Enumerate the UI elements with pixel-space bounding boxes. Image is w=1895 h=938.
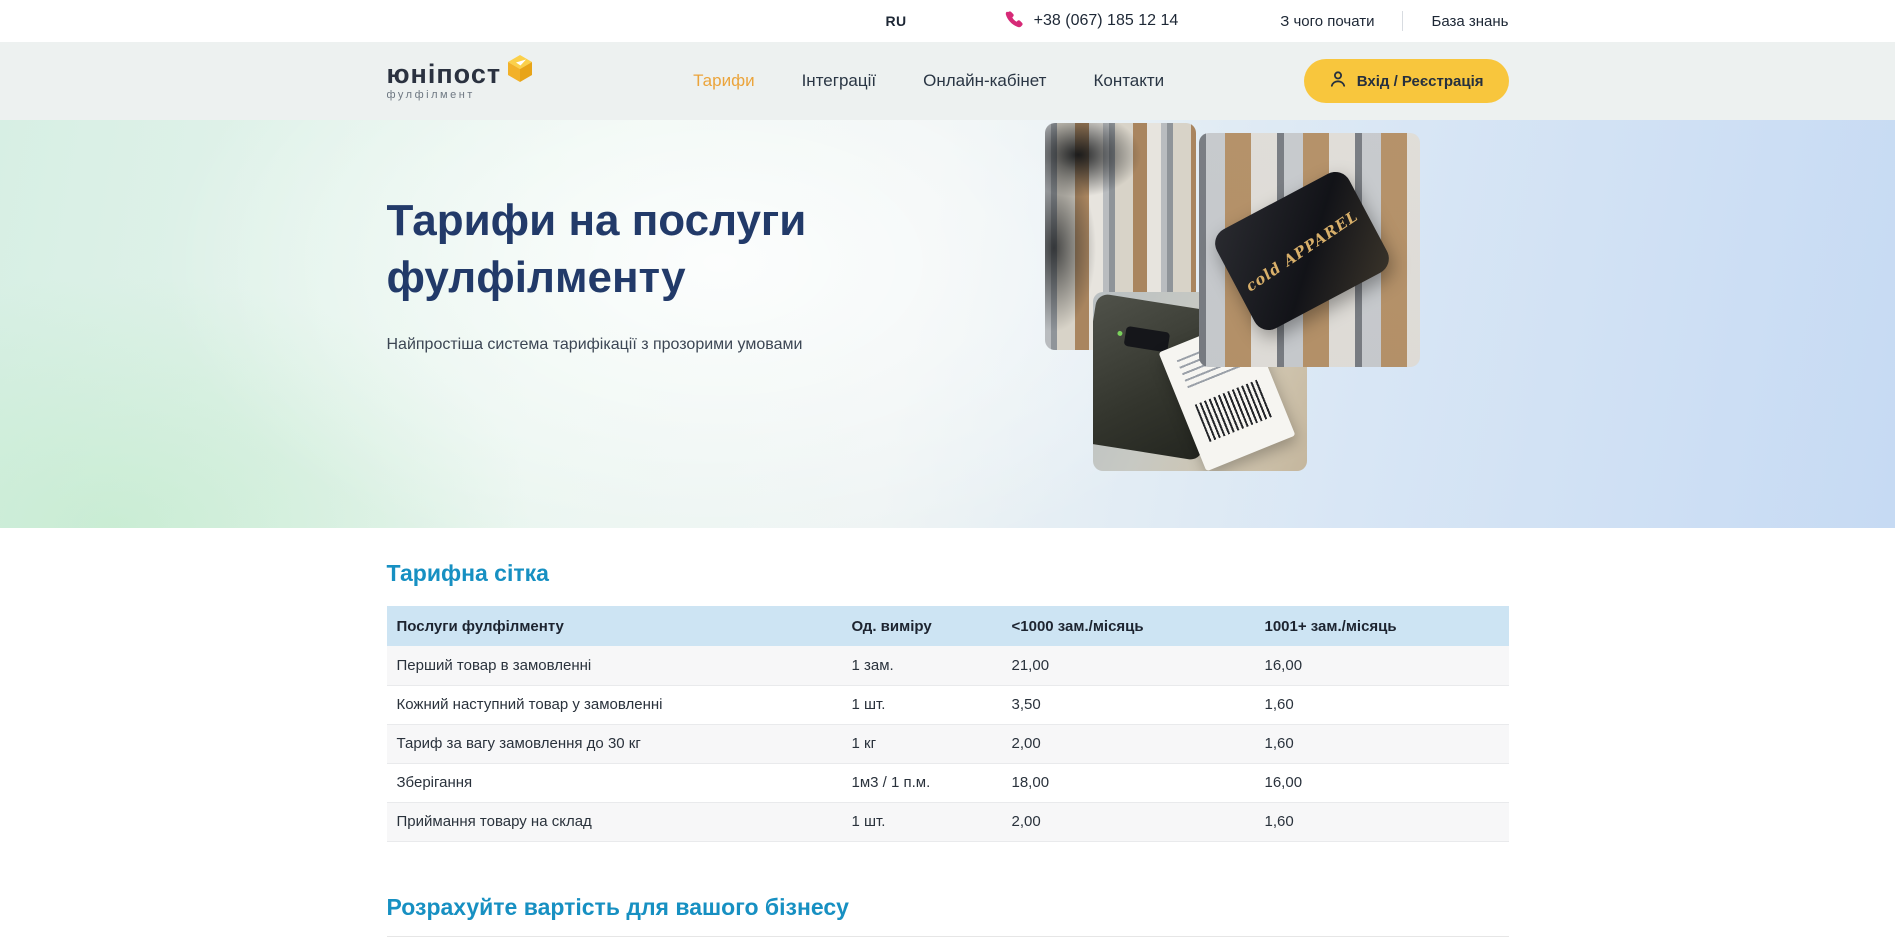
cell-service: Тариф за вагу замовлення до 30 кг (387, 724, 842, 763)
cell-service: Приймання товару на склад (387, 802, 842, 841)
login-button[interactable]: Вхід / Реєстрація (1304, 59, 1509, 103)
cell-service: Зберігання (387, 763, 842, 802)
logo-cube-icon (505, 53, 535, 88)
table-row: Приймання товару на склад 1 шт. 2,00 1,6… (387, 802, 1509, 841)
login-button-label: Вхід / Реєстрація (1357, 73, 1484, 90)
hero-subtitle: Найпростіша система тарифікації з прозор… (387, 336, 807, 354)
barcode (1194, 379, 1272, 442)
nav-item-integrations[interactable]: Інтеграції (802, 71, 877, 91)
hero-section: Тарифи на послуги фулфілменту Найпростіш… (0, 120, 1895, 528)
cell-price-high: 1,60 (1255, 724, 1509, 763)
nav-item-contacts[interactable]: Контакти (1093, 71, 1164, 91)
phone-link[interactable]: +38 (067) 185 12 14 (1034, 12, 1179, 30)
cell-unit: 1 шт. (842, 685, 1002, 724)
cell-price-low: 2,00 (1002, 724, 1255, 763)
column-header-under-1000: <1000 зам./місяць (1002, 606, 1255, 646)
printer-led (1117, 331, 1123, 337)
table-header-row: Послуги фулфілменту Од. виміру <1000 зам… (387, 606, 1509, 646)
nav-item-online-cabinet[interactable]: Онлайн-кабінет (923, 71, 1046, 91)
cell-unit: 1м3 / 1 п.м. (842, 763, 1002, 802)
pricing-section-title: Тарифна сітка (387, 560, 1509, 587)
table-row: Перший товар в замовленні 1 зам. 21,00 1… (387, 646, 1509, 685)
pricing-table: Послуги фулфілменту Од. виміру <1000 зам… (387, 606, 1509, 842)
page-title: Тарифи на послуги фулфілменту (387, 192, 807, 306)
cell-unit: 1 шт. (842, 802, 1002, 841)
cell-price-high: 16,00 (1255, 646, 1509, 685)
cell-unit: 1 кг (842, 724, 1002, 763)
phone-icon (1005, 10, 1023, 33)
cell-price-low: 21,00 (1002, 646, 1255, 685)
calculator-section-title: Розрахуйте вартість для вашого бізнесу (387, 894, 1509, 921)
link-knowledge-base[interactable]: База знань (1431, 13, 1508, 30)
package-brand-text: cold APPAREL (1242, 207, 1361, 296)
link-getting-started[interactable]: З чого почати (1280, 13, 1374, 30)
table-row: Тариф за вагу замовлення до 30 кг 1 кг 2… (387, 724, 1509, 763)
cell-service: Кожний наступний товар у замовленні (387, 685, 842, 724)
column-header-service: Послуги фулфілменту (387, 606, 842, 646)
main-content: Тарифна сітка Послуги фулфілменту Од. ви… (0, 528, 1895, 937)
topbar: RU +38 (067) 185 12 14 З чого почати Баз… (0, 0, 1895, 42)
cell-price-high: 16,00 (1255, 763, 1509, 802)
logo[interactable]: юніпост фулфілмент (387, 61, 576, 101)
topbar-divider (1402, 11, 1403, 31)
main-nav: Тарифи Інтеграції Онлайн-кабінет Контакт… (693, 71, 1164, 91)
column-header-unit: Од. виміру (842, 606, 1002, 646)
next-block-top-edge (387, 936, 1509, 937)
cell-unit: 1 зам. (842, 646, 1002, 685)
table-row: Кожний наступний товар у замовленні 1 шт… (387, 685, 1509, 724)
language-selector[interactable]: RU (885, 13, 906, 29)
site-header: юніпост фулфілмент Тарифи Інтеграції Онл… (0, 42, 1895, 120)
cell-price-low: 18,00 (1002, 763, 1255, 802)
logo-tagline: фулфілмент (387, 89, 536, 101)
hero-photo-package-apparel: cold APPAREL (1199, 133, 1420, 367)
cell-price-high: 1,60 (1255, 685, 1509, 724)
nav-item-tariffs[interactable]: Тарифи (693, 71, 755, 91)
phone-block: +38 (067) 185 12 14 (1005, 10, 1179, 33)
column-header-over-1001: 1001+ зам./місяць (1255, 606, 1509, 646)
cell-service: Перший товар в замовленні (387, 646, 842, 685)
printer-panel (1123, 326, 1170, 353)
cell-price-low: 2,00 (1002, 802, 1255, 841)
cell-price-high: 1,60 (1255, 802, 1509, 841)
table-row: Зберігання 1м3 / 1 п.м. 18,00 16,00 (387, 763, 1509, 802)
user-icon (1329, 70, 1347, 92)
black-package: cold APPAREL (1209, 166, 1394, 335)
cell-price-low: 3,50 (1002, 685, 1255, 724)
logo-text: юніпост (387, 61, 502, 88)
